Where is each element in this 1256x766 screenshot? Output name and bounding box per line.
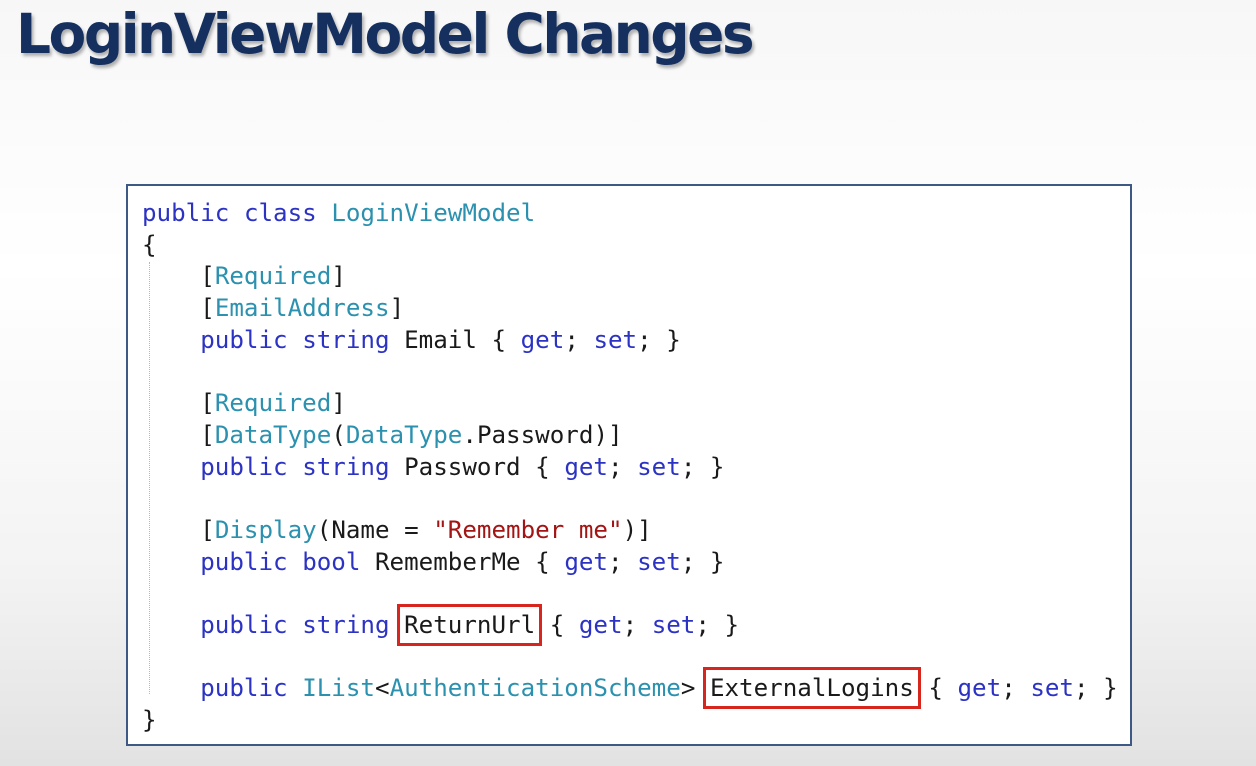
code-line-password-property: public string Password { get; set; } xyxy=(200,452,725,481)
code-block: public class LoginViewModel{ [Required] … xyxy=(142,198,1118,737)
code-line-required-attribute: [Required] xyxy=(142,262,346,291)
slide-title: LoginViewModel Changes xyxy=(16,2,755,66)
code-line-rememberme-property: public bool RememberMe { get; set; } xyxy=(200,547,725,576)
code-line-emailaddress-attribute: [EmailAddress] xyxy=(142,294,405,323)
highlighted-returnurl: ReturnUrl xyxy=(397,603,543,646)
code-snippet: public class LoginViewModel{ [Required] … xyxy=(126,184,1132,746)
code-line-required-attribute: [Required] xyxy=(142,389,346,418)
code-line-returnurl-property: public string ReturnUrl { get; set; } xyxy=(200,603,740,646)
code-line-display-attribute: [Display(Name = "Remember me")] xyxy=(142,515,652,544)
code-line-close-brace: } xyxy=(142,706,157,734)
code-line-datatype-attribute: [DataType(DataType.Password)] xyxy=(142,420,623,449)
code-line-externallogins-property: public IList<AuthenticationScheme> Exter… xyxy=(200,667,1118,710)
highlighted-externallogins: ExternalLogins xyxy=(702,667,921,710)
code-line-class-declaration: public class LoginViewModel xyxy=(142,199,536,227)
code-line-open-brace: { xyxy=(142,230,157,259)
code-line-email-property: public string Email { get; set; } xyxy=(200,325,681,354)
class-name: LoginViewModel xyxy=(331,199,536,227)
indent-guide xyxy=(149,262,150,694)
